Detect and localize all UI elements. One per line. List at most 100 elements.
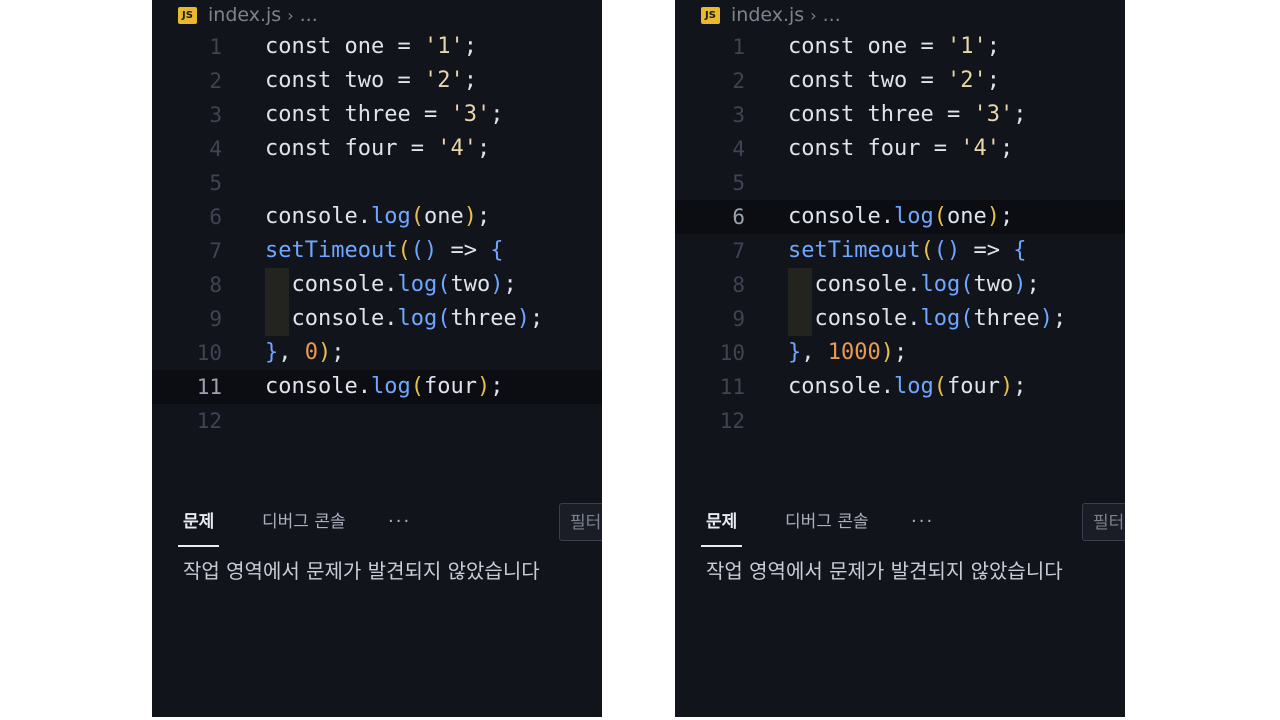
code-text: console.log(four); <box>265 370 503 404</box>
breadcrumb-file[interactable]: index.js <box>731 4 804 26</box>
breadcrumb-ellipsis[interactable]: ... <box>823 4 841 26</box>
code-token: const <box>788 68 868 93</box>
code-token: three <box>450 306 517 331</box>
code-line[interactable]: 9 console.log(three); <box>152 302 602 336</box>
code-token: ; <box>1013 374 1027 399</box>
code-token: () <box>410 238 438 263</box>
line-number: 7 <box>732 239 745 263</box>
code-text: setTimeout(() => { <box>265 234 503 268</box>
code-line[interactable]: 2 const two = '2'; <box>152 64 602 98</box>
code-token: three <box>973 306 1040 331</box>
code-token: ; <box>503 272 517 297</box>
code-token: . <box>357 374 371 399</box>
code-token: log <box>370 374 411 399</box>
code-line[interactable]: 12 <box>675 404 1125 438</box>
code-line[interactable]: 7 setTimeout(() => { <box>152 234 602 268</box>
code-token: three <box>344 102 411 127</box>
code-line[interactable]: 11 console.log(four); <box>152 370 602 404</box>
javascript-file-icon: JS <box>701 6 720 24</box>
code-token: two <box>450 272 491 297</box>
code-line[interactable]: 4 const four = '4'; <box>675 132 1125 166</box>
chevron-right-icon: › <box>287 5 294 25</box>
code-token: ; <box>1052 306 1067 331</box>
code-editor[interactable]: 1 const one = '1'; 2 const two = '2'; 3 const… <box>152 30 602 438</box>
code-token: ; <box>331 340 345 365</box>
code-token: const <box>265 34 345 59</box>
code-line[interactable]: 5 <box>675 166 1125 200</box>
code-token: '1' <box>946 34 987 59</box>
line-number: 3 <box>732 103 745 127</box>
code-token: const <box>265 136 345 161</box>
code-line[interactable]: 3 const three = '3'; <box>152 98 602 132</box>
more-icon[interactable]: ··· <box>911 505 934 541</box>
code-line[interactable]: 1 const one = '1'; <box>152 30 602 64</box>
code-line[interactable]: 12 <box>152 404 602 438</box>
code-token: ) <box>318 340 332 365</box>
code-line[interactable]: 8 console.log(two); <box>152 268 602 302</box>
code-token: ; <box>490 102 504 127</box>
more-icon[interactable]: ··· <box>388 505 411 541</box>
code-token: '1' <box>423 34 464 59</box>
code-token: const <box>265 68 345 93</box>
code-token: '3' <box>973 102 1014 127</box>
code-token: = <box>920 136 961 161</box>
code-token: console <box>265 374 358 399</box>
editor-panel-left: JS index.js › ... 1 const one = '1'; 2 cons… <box>152 0 602 717</box>
code-line[interactable]: 10}, 0); <box>152 336 602 370</box>
tab-debug-console[interactable]: 디버그 콘솔 <box>262 505 346 541</box>
code-line[interactable]: 1 const one = '1'; <box>675 30 1125 64</box>
tab-problems[interactable]: 문제 <box>700 505 743 547</box>
code-line[interactable]: 6 console.log(one); <box>152 200 602 234</box>
code-line[interactable]: 6 console.log(one); <box>675 200 1125 234</box>
code-token: . <box>907 306 921 331</box>
code-token: log <box>397 272 438 297</box>
code-line[interactable]: 7 setTimeout(() => { <box>675 234 1125 268</box>
code-token: console <box>265 272 385 297</box>
code-token: ; <box>529 306 544 331</box>
code-line[interactable]: 10}, 1000); <box>675 336 1125 370</box>
line-number: 5 <box>732 171 745 195</box>
line-number: 8 <box>732 273 745 297</box>
filter-input[interactable]: 필터 <box>559 503 602 541</box>
line-number: 12 <box>719 409 745 433</box>
code-token: 0 <box>304 340 318 365</box>
code-token: { <box>490 238 504 263</box>
breadcrumb-file[interactable]: index.js <box>208 4 281 26</box>
code-line[interactable]: 8 console.log(two); <box>675 268 1125 302</box>
code-token: . <box>384 306 398 331</box>
filter-input[interactable]: 필터 <box>1082 503 1125 541</box>
code-token: '2' <box>423 68 464 93</box>
code-token: ; <box>1026 272 1040 297</box>
code-token: ) <box>463 204 477 229</box>
tab-problems[interactable]: 문제 <box>177 505 220 547</box>
code-token: console <box>788 204 881 229</box>
code-token: . <box>357 204 371 229</box>
code-token: one <box>946 204 987 229</box>
breadcrumb-ellipsis[interactable]: ... <box>300 4 318 26</box>
code-token: ( <box>437 272 451 297</box>
code-line[interactable]: 5 <box>152 166 602 200</box>
code-token: 1000 <box>827 340 881 365</box>
code-token: } <box>265 340 279 365</box>
code-text: const one = '1'; <box>788 30 1000 64</box>
code-token: two <box>867 68 908 93</box>
line-number: 1 <box>732 35 745 59</box>
code-line[interactable]: 4 const four = '4'; <box>152 132 602 166</box>
code-token: ( <box>397 238 411 263</box>
code-token: log <box>893 374 934 399</box>
code-line[interactable]: 2 const two = '2'; <box>675 64 1125 98</box>
code-token: ; <box>1013 102 1027 127</box>
code-token: ; <box>986 68 1000 93</box>
tab-debug-console[interactable]: 디버그 콘솔 <box>785 505 869 541</box>
code-token: log <box>397 306 438 331</box>
code-token: '3' <box>450 102 491 127</box>
code-text: const four = '4'; <box>788 132 1013 166</box>
code-line[interactable]: 3 const three = '3'; <box>675 98 1125 132</box>
code-token: one <box>344 34 385 59</box>
code-token: = <box>397 136 438 161</box>
line-number: 4 <box>209 137 222 161</box>
code-line[interactable]: 11 console.log(four); <box>675 370 1125 404</box>
code-line[interactable]: 9 console.log(three); <box>675 302 1125 336</box>
code-text: console.log(four); <box>788 370 1026 404</box>
code-editor[interactable]: 1 const one = '1'; 2 const two = '2'; 3 const… <box>675 30 1125 438</box>
